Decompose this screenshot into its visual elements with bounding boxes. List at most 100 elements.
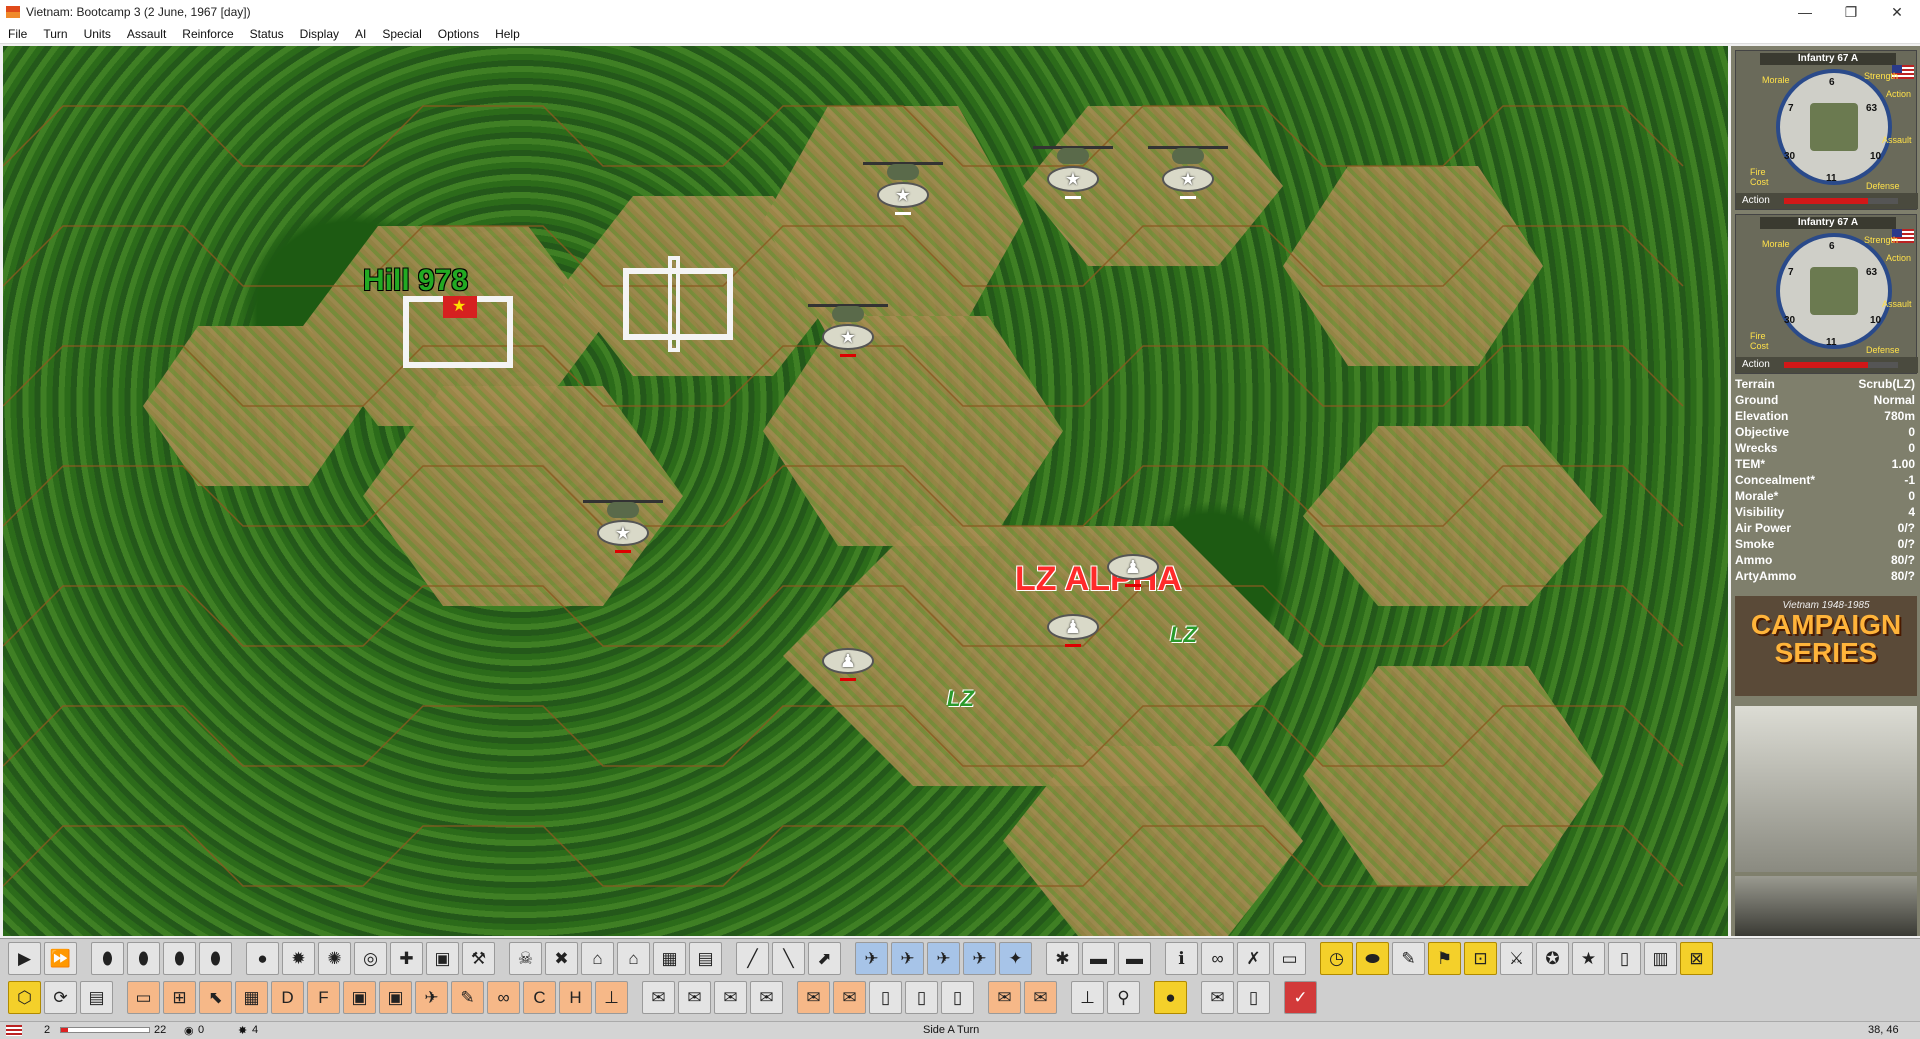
- unit-info-icon[interactable]: ℹ: [1165, 942, 1198, 975]
- menu-status[interactable]: Status: [242, 27, 292, 41]
- helicopter-unit[interactable]: ★: [808, 296, 888, 366]
- envelope-plus-icon[interactable]: ✉: [642, 981, 675, 1014]
- refresh-icon[interactable]: ⟳: [44, 981, 77, 1014]
- rifle-icon[interactable]: ╱: [736, 942, 769, 975]
- explosion-icon[interactable]: ✹: [282, 942, 315, 975]
- plus-house-icon[interactable]: ⊞: [163, 981, 196, 1014]
- bus-icon[interactable]: ▣: [379, 981, 412, 1014]
- menu-help[interactable]: Help: [487, 27, 528, 41]
- helicopter-unit[interactable]: ★: [1148, 138, 1228, 208]
- objective-icon[interactable]: ⊡: [1464, 942, 1497, 975]
- menu-reinforce[interactable]: Reinforce: [174, 27, 241, 41]
- mine-icon[interactable]: ✱: [1046, 942, 1079, 975]
- org-chart-icon[interactable]: ⊥: [595, 981, 628, 1014]
- menu-turn[interactable]: Turn: [35, 27, 75, 41]
- medal-icon[interactable]: ✪: [1536, 942, 1569, 975]
- unit-card[interactable]: Infantry 67 A Morale Strength Action Ass…: [1735, 50, 1918, 210]
- building-icon[interactable]: ⌂: [617, 942, 650, 975]
- fort-icon[interactable]: ▦: [653, 942, 686, 975]
- flag-icon[interactable]: ⚑: [1428, 942, 1461, 975]
- info-doc-icon[interactable]: ▯: [1237, 981, 1270, 1014]
- infantry-unit[interactable]: ♟: [818, 620, 878, 690]
- menu-assault[interactable]: Assault: [119, 27, 174, 41]
- unit-card[interactable]: Infantry 67 A Morale Strength Action Ass…: [1735, 214, 1918, 374]
- helicopter-icon[interactable]: ✈: [855, 942, 888, 975]
- envelope-minus-icon[interactable]: ✉: [750, 981, 783, 1014]
- fortress-icon[interactable]: F: [307, 981, 340, 1014]
- info-mail-icon[interactable]: ✉: [1201, 981, 1234, 1014]
- helicopter-unit[interactable]: ★: [1033, 138, 1113, 208]
- defense-icon[interactable]: D: [271, 981, 304, 1014]
- plane-icon[interactable]: ✈: [415, 981, 448, 1014]
- helicopter-up-icon[interactable]: ✈: [891, 942, 924, 975]
- envelope-multi-icon[interactable]: ✉: [678, 981, 711, 1014]
- crosshair-icon[interactable]: ⊠: [1680, 942, 1713, 975]
- c-icon[interactable]: C: [523, 981, 556, 1014]
- landscape-icon[interactable]: ▭: [127, 981, 160, 1014]
- mail-in-icon[interactable]: ✉: [833, 981, 866, 1014]
- document-plus-icon[interactable]: ▯: [905, 981, 938, 1014]
- document-icon[interactable]: ▯: [869, 981, 902, 1014]
- hq-skull-icon[interactable]: ☠: [509, 942, 542, 975]
- mail-forward-icon[interactable]: ✉: [1024, 981, 1057, 1014]
- menu-options[interactable]: Options: [430, 27, 487, 41]
- airstrike-icon[interactable]: ✦: [999, 942, 1032, 975]
- map-icon[interactable]: ▥: [1644, 942, 1677, 975]
- check-icon[interactable]: ✓: [1284, 981, 1317, 1014]
- menu-ai[interactable]: AI: [347, 27, 374, 41]
- menu-special[interactable]: Special: [374, 27, 429, 41]
- play-icon[interactable]: ▶: [8, 942, 41, 975]
- grenade-add-icon[interactable]: ⬮: [127, 942, 160, 975]
- smoke-icon[interactable]: ●: [246, 942, 279, 975]
- document-copy-icon[interactable]: ▯: [941, 981, 974, 1014]
- sword-icon[interactable]: ⚔: [1500, 942, 1533, 975]
- truck-icon[interactable]: ▬: [1082, 942, 1115, 975]
- helicopter-unit[interactable]: ★: [863, 154, 943, 224]
- tree-chart-icon[interactable]: ⊥: [1071, 981, 1104, 1014]
- coin-icon[interactable]: ●: [1154, 981, 1187, 1014]
- sign-icon[interactable]: ⚲: [1107, 981, 1140, 1014]
- mortar-icon[interactable]: ⬈: [808, 942, 841, 975]
- binocular-group-icon[interactable]: ∞: [487, 981, 520, 1014]
- clock-icon[interactable]: ◷: [1320, 942, 1353, 975]
- close-icon[interactable]: ✕: [1874, 0, 1920, 24]
- fast-forward-icon[interactable]: ⏩: [44, 942, 77, 975]
- mail-out-icon[interactable]: ✉: [797, 981, 830, 1014]
- cross-arms-icon[interactable]: ✖: [545, 942, 578, 975]
- cursor-icon[interactable]: ⬉: [199, 981, 232, 1014]
- bayonet-icon[interactable]: ╲: [772, 942, 805, 975]
- edit-icon[interactable]: ✎: [1392, 942, 1425, 975]
- hq-icon[interactable]: H: [559, 981, 592, 1014]
- helicopter-land-icon[interactable]: ✈: [963, 942, 996, 975]
- stretcher-icon[interactable]: ✚: [390, 942, 423, 975]
- grenade-drop-icon[interactable]: ⬮: [163, 942, 196, 975]
- hex-grid-icon[interactable]: ⬡: [8, 981, 41, 1014]
- menu-file[interactable]: File: [0, 27, 35, 41]
- truck-load-icon[interactable]: ▬: [1118, 942, 1151, 975]
- helicopter-down-icon[interactable]: ✈: [927, 942, 960, 975]
- infantry-unit[interactable]: ♟: [1103, 526, 1163, 596]
- wall-icon[interactable]: ▦: [235, 981, 268, 1014]
- binoculars-icon[interactable]: ∞: [1201, 942, 1234, 975]
- target-icon[interactable]: ◎: [354, 942, 387, 975]
- menu-display[interactable]: Display: [292, 27, 347, 41]
- pencil-icon[interactable]: ✎: [451, 981, 484, 1014]
- transport-icon[interactable]: ▭: [1273, 942, 1306, 975]
- jeep-icon[interactable]: ▣: [343, 981, 376, 1014]
- book-icon[interactable]: ▯: [1608, 942, 1641, 975]
- star-icon[interactable]: ★: [1572, 942, 1605, 975]
- disk-icon[interactable]: ⬬: [1356, 942, 1389, 975]
- minimize-icon[interactable]: —: [1782, 0, 1828, 24]
- grenade-multi-icon[interactable]: ⬮: [199, 942, 232, 975]
- grenade-icon[interactable]: ⬮: [91, 942, 124, 975]
- vehicle-icon[interactable]: ▣: [426, 942, 459, 975]
- helicopter-unit[interactable]: ★: [583, 492, 663, 562]
- infantry-unit[interactable]: ♟: [1043, 586, 1103, 656]
- artillery-fire-icon[interactable]: ✺: [318, 942, 351, 975]
- fort-stack-icon[interactable]: ▤: [689, 942, 722, 975]
- menu-units[interactable]: Units: [76, 27, 119, 41]
- hex-map[interactable]: Hill 978 LZ ALPHA LZ LZ ★ ★ ★ ★ ★ ♟ ♟: [3, 46, 1728, 936]
- envelope-info-icon[interactable]: ✉: [714, 981, 747, 1014]
- scroll-icon[interactable]: ▤: [80, 981, 113, 1014]
- wrench-icon[interactable]: ⚒: [462, 942, 495, 975]
